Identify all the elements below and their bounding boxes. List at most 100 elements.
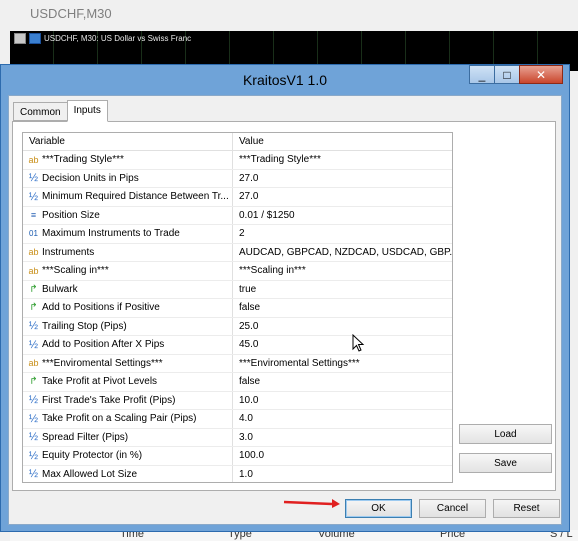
input-row[interactable]: ½ Equity Protector (in %) 100.0 bbox=[23, 447, 452, 466]
mouse-cursor-icon bbox=[352, 334, 365, 352]
input-row[interactable]: ½ Spread Filter (Pips) 3.0 bbox=[23, 428, 452, 447]
input-row[interactable]: ↱ Bulwark true bbox=[23, 280, 452, 299]
input-variable-label: Trailing Stop (Pips) bbox=[42, 320, 127, 332]
type-half-icon: ½ bbox=[28, 172, 39, 185]
input-variable-cell[interactable]: ½ Minimum Required Distance Between Tr... bbox=[23, 188, 233, 206]
expert-icon bbox=[29, 33, 41, 44]
window-controls: _ □ ✕ bbox=[469, 65, 563, 84]
input-variable-cell[interactable]: ↱ Add to Positions if Positive bbox=[23, 299, 233, 317]
input-row[interactable]: ↱ Add to Positions if Positive false bbox=[23, 299, 452, 318]
reset-button[interactable]: Reset bbox=[493, 499, 560, 518]
input-row[interactable]: ≡ Position Size 0.01 / $1250 bbox=[23, 206, 452, 225]
type-half-icon: ½ bbox=[28, 320, 39, 333]
input-value-cell[interactable]: 1.0 bbox=[233, 466, 452, 483]
type-half-icon: ½ bbox=[28, 449, 39, 462]
input-value-cell[interactable]: 0.01 / $1250 bbox=[233, 207, 452, 225]
type-ab-icon: ab bbox=[28, 265, 39, 276]
input-variable-cell[interactable]: ≡ Position Size bbox=[23, 206, 233, 224]
input-row[interactable]: ab ***Enviromental Settings*** ***Envirome… bbox=[23, 354, 452, 373]
input-variable-label: ***Scaling in*** bbox=[42, 265, 109, 277]
chart-icon bbox=[14, 33, 26, 44]
input-row[interactable]: ½ Take Profit on a Scaling Pair (Pips) 4.0 bbox=[23, 410, 452, 429]
input-variable-cell[interactable]: ↱ Bulwark bbox=[23, 280, 233, 298]
input-variable-cell[interactable]: ½ Decision Units in Pips bbox=[23, 169, 233, 187]
input-row[interactable]: ½ First Trade's Take Profit (Pips) 10.0 bbox=[23, 391, 452, 410]
cancel-button[interactable]: Cancel bbox=[419, 499, 486, 518]
input-variable-label: ***Enviromental Settings*** bbox=[42, 357, 163, 369]
input-variable-label: Max Allowed Lot Size bbox=[42, 468, 138, 480]
type-bool-icon: ↱ bbox=[29, 376, 38, 388]
red-arrow-annotation bbox=[283, 499, 340, 508]
input-value-cell[interactable]: true bbox=[233, 281, 452, 299]
input-variable-label: Take Profit at Pivot Levels bbox=[42, 376, 158, 388]
type-half-icon: ½ bbox=[28, 394, 39, 407]
load-button[interactable]: Load bbox=[459, 424, 552, 444]
input-row[interactable]: ½ Max Allowed Lot Size 1.0 bbox=[23, 465, 452, 483]
input-row[interactable]: ½ Minimum Required Distance Between Tr...… bbox=[23, 188, 452, 207]
input-row[interactable]: 01 Maximum Instruments to Trade 2 bbox=[23, 225, 452, 244]
input-row[interactable]: ½ Add to Position After X Pips 45.0 bbox=[23, 336, 452, 355]
input-variable-cell[interactable]: ½ Trailing Stop (Pips) bbox=[23, 317, 233, 335]
input-row[interactable]: ab ***Scaling in*** ***Scaling in*** bbox=[23, 262, 452, 281]
input-variable-label: Maximum Instruments to Trade bbox=[42, 228, 180, 240]
maximize-button[interactable]: □ bbox=[494, 65, 520, 84]
header-variable[interactable]: Variable bbox=[23, 133, 233, 150]
input-value-cell[interactable]: 27.0 bbox=[233, 170, 452, 188]
input-variable-cell[interactable]: ½ Max Allowed Lot Size bbox=[23, 465, 233, 482]
input-variable-cell[interactable]: ½ Add to Position After X Pips bbox=[23, 336, 233, 354]
grid-rows: ab ***Trading Style*** ***Trading Style***… bbox=[23, 151, 452, 483]
input-variable-cell[interactable]: ab ***Scaling in*** bbox=[23, 262, 233, 280]
input-value-cell[interactable]: ***Scaling in*** bbox=[233, 262, 452, 280]
grid-header: Variable Value bbox=[23, 133, 452, 151]
chart-label: USDCHF, M30: US Dollar vs Swiss Franc bbox=[14, 33, 191, 44]
type-bool-icon: ↱ bbox=[29, 283, 38, 295]
input-row[interactable]: ab ***Trading Style*** ***Trading Style*** bbox=[23, 151, 452, 170]
input-value-cell[interactable]: 25.0 bbox=[233, 318, 452, 336]
header-value[interactable]: Value bbox=[233, 133, 452, 150]
input-variable-cell[interactable]: ab ***Trading Style*** bbox=[23, 151, 233, 169]
minimize-button[interactable]: _ bbox=[469, 65, 495, 84]
input-value-cell[interactable]: ***Trading Style*** bbox=[233, 151, 452, 169]
input-value-cell[interactable]: 45.0 bbox=[233, 336, 452, 354]
input-variable-cell[interactable]: ↱ Take Profit at Pivot Levels bbox=[23, 373, 233, 391]
input-value-cell[interactable]: ***Enviromental Settings*** bbox=[233, 355, 452, 373]
input-variable-cell[interactable]: ½ First Trade's Take Profit (Pips) bbox=[23, 391, 233, 409]
input-variable-cell[interactable]: ½ Equity Protector (in %) bbox=[23, 447, 233, 465]
inputs-panel: Variable Value ab ***Trading Style*** ***T… bbox=[12, 121, 556, 491]
type-ab-icon: ab bbox=[28, 247, 39, 258]
type-int-icon: 01 bbox=[29, 229, 38, 239]
input-variable-cell[interactable]: ½ Spread Filter (Pips) bbox=[23, 428, 233, 446]
input-row[interactable]: ½ Decision Units in Pips 27.0 bbox=[23, 169, 452, 188]
input-value-cell[interactable]: 10.0 bbox=[233, 392, 452, 410]
input-value-cell[interactable]: AUDCAD, GBPCAD, NZDCAD, USDCAD, GBP... bbox=[233, 244, 452, 262]
input-variable-cell[interactable]: ½ Take Profit on a Scaling Pair (Pips) bbox=[23, 410, 233, 428]
input-value-cell[interactable]: false bbox=[233, 299, 452, 317]
type-half-icon: ½ bbox=[28, 338, 39, 351]
inputs-grid: Variable Value ab ***Trading Style*** ***T… bbox=[22, 132, 453, 483]
tab-common[interactable]: Common bbox=[13, 102, 68, 121]
close-button[interactable]: ✕ bbox=[519, 65, 563, 84]
type-enum-icon: ≡ bbox=[30, 210, 37, 221]
type-bool-icon: ↱ bbox=[29, 302, 38, 314]
input-value-cell[interactable]: 4.0 bbox=[233, 410, 452, 428]
input-value-cell[interactable]: 3.0 bbox=[233, 429, 452, 447]
input-value-cell[interactable]: 27.0 bbox=[233, 188, 452, 206]
tab-inputs[interactable]: Inputs bbox=[66, 100, 108, 122]
input-variable-label: Spread Filter (Pips) bbox=[42, 431, 129, 443]
chart-label-text: USDCHF, M30: US Dollar vs Swiss Franc bbox=[44, 34, 192, 43]
input-variable-label: First Trade's Take Profit (Pips) bbox=[42, 394, 176, 406]
input-variable-cell[interactable]: ab ***Enviromental Settings*** bbox=[23, 354, 233, 372]
input-variable-cell[interactable]: ab Instruments bbox=[23, 243, 233, 261]
type-ab-icon: ab bbox=[28, 358, 39, 369]
input-value-cell[interactable]: 100.0 bbox=[233, 447, 452, 465]
input-value-cell[interactable]: 2 bbox=[233, 225, 452, 243]
input-value-cell[interactable]: false bbox=[233, 373, 452, 391]
input-variable-cell[interactable]: 01 Maximum Instruments to Trade bbox=[23, 225, 233, 243]
ok-button[interactable]: OK bbox=[345, 499, 412, 518]
input-row[interactable]: ↱ Take Profit at Pivot Levels false bbox=[23, 373, 452, 392]
input-variable-label: Position Size bbox=[42, 209, 100, 221]
input-row[interactable]: ½ Trailing Stop (Pips) 25.0 bbox=[23, 317, 452, 336]
input-row[interactable]: ab Instruments AUDCAD, GBPCAD, NZDCAD, USD… bbox=[23, 243, 452, 262]
input-variable-label: Add to Position After X Pips bbox=[42, 339, 165, 351]
save-button[interactable]: Save bbox=[459, 453, 552, 473]
